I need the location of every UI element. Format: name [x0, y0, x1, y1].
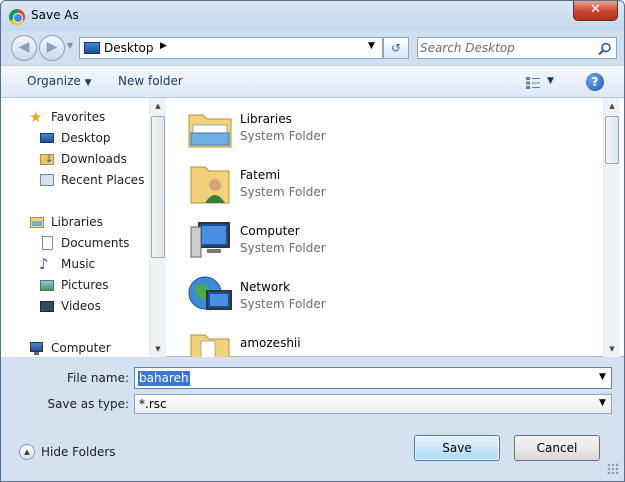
- chrome-app-icon: [9, 9, 25, 25]
- network-globe-icon: [188, 276, 232, 310]
- save-as-dialog: Save As ✕ ◀ ▶ ▼ Desktop ▶ ▼ ↺ Organize ▼…: [0, 0, 625, 482]
- nav-item-documents[interactable]: Documents: [39, 234, 129, 252]
- nav-item-recent-places[interactable]: Recent Places: [39, 171, 144, 189]
- star-icon: ★: [29, 108, 43, 126]
- new-folder-button[interactable]: New folder: [118, 74, 183, 88]
- nav-item-downloads[interactable]: ↓ Downloads: [39, 150, 127, 168]
- refresh-button[interactable]: ↺: [383, 37, 409, 59]
- nav-favorites[interactable]: ★ Favorites: [29, 108, 105, 126]
- computer-icon: [29, 340, 45, 356]
- chevron-down-icon: ▼: [84, 78, 92, 88]
- list-item[interactable]: Libraries System Folder: [187, 102, 487, 152]
- change-view-icon[interactable]: [525, 76, 541, 90]
- navigation-pane: ★ Favorites Desktop ↓ Downloads Recent P…: [1, 98, 166, 357]
- save-type-dropdown-icon[interactable]: ▼: [599, 398, 606, 408]
- dialog-footer: ▲ Hide Folders Save Cancel: [1, 417, 624, 481]
- list-item[interactable]: Computer System Folder: [187, 214, 487, 264]
- videos-icon: [39, 298, 55, 314]
- save-button[interactable]: Save: [414, 435, 500, 461]
- help-icon[interactable]: ?: [586, 73, 604, 91]
- list-item[interactable]: Fatemi System Folder: [187, 158, 487, 208]
- user-folder-icon: [190, 166, 230, 204]
- nav-item-videos[interactable]: Videos: [39, 297, 101, 315]
- desktop-icon: [39, 130, 55, 146]
- music-note-icon: ♪: [39, 255, 49, 273]
- forward-button[interactable]: ▶: [39, 35, 65, 61]
- computer-icon: [190, 222, 230, 258]
- list-item[interactable]: Network System Folder: [187, 270, 487, 320]
- nav-libraries[interactable]: Libraries: [29, 213, 103, 231]
- downloads-folder-icon: ↓: [39, 151, 55, 167]
- recent-places-icon: [39, 172, 55, 188]
- save-type-select[interactable]: *.rsc ▼: [134, 394, 612, 414]
- view-options-dropdown-icon[interactable]: ▼: [547, 76, 554, 86]
- breadcrumb-arrow-icon[interactable]: ▶: [160, 41, 167, 51]
- search-box[interactable]: [417, 37, 617, 59]
- nav-item-desktop[interactable]: Desktop: [39, 129, 111, 147]
- nav-computer[interactable]: Computer: [29, 339, 111, 357]
- search-icon[interactable]: [598, 42, 612, 56]
- file-list: Libraries System Folder Fatemi System Fo…: [167, 98, 604, 372]
- address-location[interactable]: Desktop: [104, 41, 154, 55]
- scroll-up-icon[interactable]: ▲: [150, 98, 166, 114]
- file-name-field[interactable]: bahareh ▼: [134, 367, 612, 389]
- nav-pane-scroll-thumb[interactable]: [151, 116, 165, 258]
- cancel-button[interactable]: Cancel: [514, 435, 600, 461]
- scroll-down-icon[interactable]: ▼: [604, 341, 620, 357]
- file-name-dropdown-icon[interactable]: ▼: [599, 372, 606, 382]
- window-title: Save As: [31, 8, 79, 22]
- nav-item-music[interactable]: ♪ Music: [39, 255, 95, 273]
- documents-icon: [39, 235, 55, 251]
- back-button[interactable]: ◀: [11, 35, 37, 61]
- command-toolbar: Organize ▼ New folder ▼ ?: [1, 65, 624, 98]
- hide-folders-button[interactable]: ▲ Hide Folders: [19, 443, 116, 461]
- file-list-scroll-thumb[interactable]: [605, 116, 619, 164]
- scroll-down-icon[interactable]: ▼: [150, 341, 166, 357]
- nav-item-pictures[interactable]: Pictures: [39, 276, 109, 294]
- save-type-label: Save as type:: [47, 397, 129, 411]
- pictures-icon: [39, 277, 55, 293]
- title-bar: Save As ✕: [1, 1, 624, 31]
- libraries-icon: [29, 214, 45, 230]
- file-name-input[interactable]: bahareh: [138, 371, 190, 386]
- address-dropdown-icon[interactable]: ▼: [368, 41, 375, 51]
- recent-pages-dropdown-icon[interactable]: ▼: [67, 41, 73, 50]
- search-input[interactable]: [420, 40, 592, 56]
- organize-button[interactable]: Organize ▼: [27, 74, 92, 88]
- file-name-label: File name:: [67, 371, 129, 385]
- desktop-icon: [84, 42, 100, 54]
- nav-pane-scrollbar[interactable]: ▲ ▼: [149, 98, 166, 357]
- browser-area: ★ Favorites Desktop ↓ Downloads Recent P…: [1, 98, 624, 372]
- resize-grip-icon[interactable]: [607, 463, 619, 475]
- chevron-up-icon: ▲: [19, 444, 35, 460]
- libraries-folder-icon: [188, 114, 232, 148]
- address-bar[interactable]: Desktop ▶ ▼: [79, 37, 383, 59]
- file-list-scrollbar[interactable]: ▲ ▼: [603, 98, 620, 357]
- close-button[interactable]: ✕: [573, 1, 618, 21]
- scroll-up-icon[interactable]: ▲: [604, 98, 620, 114]
- save-type-value: *.rsc: [139, 397, 167, 411]
- navigation-bar: ◀ ▶ ▼ Desktop ▶ ▼ ↺: [1, 31, 624, 65]
- save-form: File name: bahareh ▼ Save as type: *.rsc…: [1, 357, 624, 417]
